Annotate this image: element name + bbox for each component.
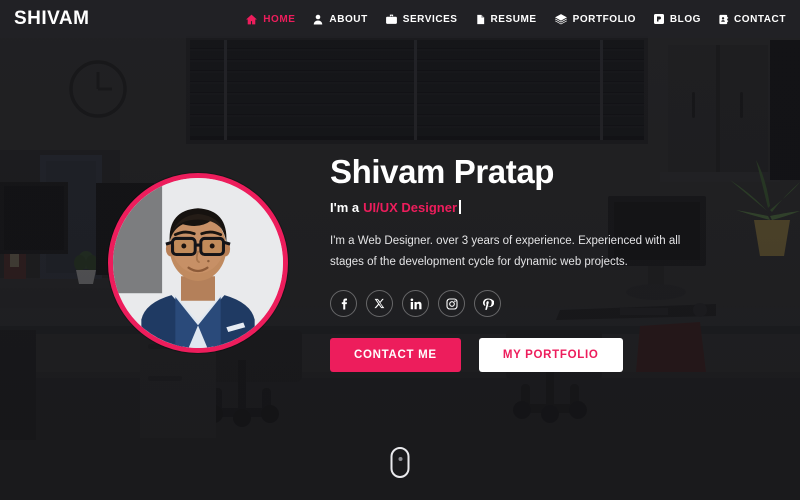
blog-icon — [653, 13, 665, 25]
nav-item-contact[interactable]: CONTACT — [718, 13, 786, 26]
contact-me-button[interactable]: CONTACT ME — [330, 338, 461, 373]
hero-role-highlight: UI/UX Designer — [363, 199, 458, 215]
nav-item-label: PORTFOLIO — [572, 13, 636, 25]
social-link-x[interactable] — [366, 290, 393, 318]
nav-item-label: BLOG — [669, 13, 701, 25]
instagram-icon — [445, 298, 458, 310]
hero-section: Shivam Pratap I'm a UI/UX Designer I'm a… — [0, 0, 800, 500]
address-book-icon — [718, 13, 729, 26]
site-header: SHIVAM HOME ABOUT SERVICES RESUME PORTFO… — [0, 0, 800, 38]
nav-item-label: CONTACT — [734, 13, 786, 25]
social-link-facebook[interactable] — [330, 290, 357, 318]
nav-item-blog[interactable]: BLOG — [653, 13, 701, 25]
document-icon — [475, 13, 486, 26]
linkedin-icon — [410, 298, 422, 310]
page-title: Shivam Pratap — [330, 152, 555, 190]
hero-buttons: CONTACT ME MY PORTFOLIO — [330, 338, 682, 373]
main-navigation: HOME ABOUT SERVICES RESUME PORTFOLIO BLO… — [245, 13, 786, 26]
social-link-linkedin[interactable] — [402, 290, 429, 318]
social-link-pinterest[interactable] — [474, 290, 501, 318]
hero-role-prefix: I'm a — [330, 199, 360, 215]
avatar — [108, 172, 288, 353]
profile-photo — [113, 177, 283, 348]
my-portfolio-button[interactable]: MY PORTFOLIO — [478, 338, 623, 373]
user-icon — [312, 13, 324, 26]
nav-item-label: SERVICES — [402, 13, 458, 25]
scroll-wheel-dot — [398, 457, 402, 461]
scroll-mouse-icon[interactable] — [390, 447, 410, 478]
nav-item-resume[interactable]: RESUME — [475, 13, 537, 26]
pinterest-icon — [482, 298, 494, 310]
nav-item-label: RESUME — [490, 13, 537, 25]
nav-item-about[interactable]: ABOUT — [312, 13, 367, 26]
social-link-instagram[interactable] — [438, 290, 465, 318]
site-logo[interactable]: SHIVAM — [14, 8, 89, 30]
hero-role-line: I'm a UI/UX Designer — [330, 200, 682, 215]
nav-item-label: HOME — [263, 13, 296, 25]
x-icon — [374, 298, 385, 309]
nav-item-services[interactable]: SERVICES — [385, 13, 458, 26]
hero-description: I'm a Web Designer. over 3 years of expe… — [330, 234, 681, 268]
briefcase-icon — [385, 13, 398, 26]
nav-item-portfolio[interactable]: PORTFOLIO — [554, 13, 636, 26]
typing-caret — [459, 200, 462, 215]
nav-item-home[interactable]: HOME — [245, 13, 295, 26]
social-links — [330, 290, 682, 318]
facebook-icon — [338, 298, 350, 310]
layers-icon — [554, 13, 568, 26]
home-icon — [245, 13, 258, 26]
nav-item-label: ABOUT — [329, 13, 368, 25]
